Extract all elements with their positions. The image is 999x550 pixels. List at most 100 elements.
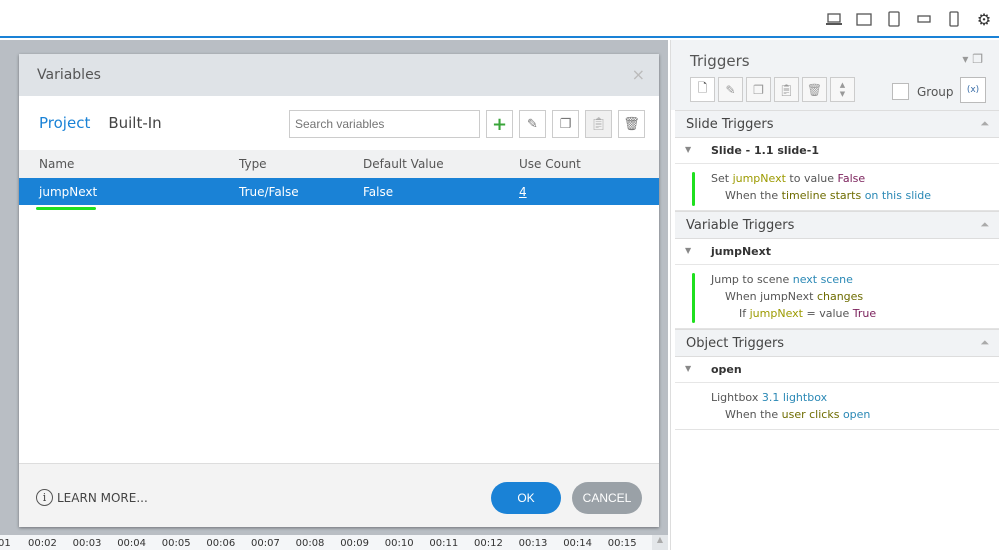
new-page-icon: 🗋︎: [697, 81, 708, 95]
monitor-icon[interactable]: [855, 11, 873, 27]
text: = value: [802, 307, 853, 320]
text: Set: [711, 172, 733, 185]
triggers-panel: Triggers ▾ ❐ 🗋︎ ✎ ❐ 📋︎ 🗑︎ ▲ ▼ Group (x) S…: [670, 40, 999, 550]
object-triggers-header[interactable]: Object Triggers ⏶: [675, 329, 999, 357]
slide-group[interactable]: ▼ Slide - 1.1 slide-1: [675, 138, 999, 164]
variable-group[interactable]: ▼ jumpNext: [675, 239, 999, 265]
value-ref[interactable]: True: [853, 307, 876, 320]
collapse-icon[interactable]: ⏶: [980, 117, 989, 131]
chevron-down-icon: ▼: [685, 246, 692, 255]
trigger-item[interactable]: Lightbox 3.1 lightbox When the user clic…: [675, 383, 999, 430]
event-ref[interactable]: changes: [817, 290, 863, 303]
panel-menu-icon[interactable]: ▾ ❐: [962, 52, 983, 66]
plus-icon: +: [491, 113, 508, 135]
event-ref[interactable]: user clicks: [782, 408, 840, 421]
timeline-tick: 00:02: [28, 538, 57, 549]
trash-icon: 🗑︎: [623, 116, 640, 132]
timeline-tick: 00:09: [340, 538, 370, 549]
text: When the: [725, 408, 782, 421]
variable-name: jumpNext: [39, 184, 98, 199]
collapse-icon[interactable]: ⏶: [980, 218, 989, 232]
section-title: Variable Triggers: [686, 218, 795, 233]
column-name[interactable]: Name: [39, 157, 74, 171]
collapse-icon[interactable]: ⏶: [980, 336, 989, 350]
column-use-count[interactable]: Use Count: [519, 157, 581, 171]
highlight-bar: [692, 273, 695, 323]
ok-button[interactable]: OK: [491, 482, 561, 514]
trash-icon: 🗑︎: [806, 82, 823, 97]
phone-icon[interactable]: [945, 11, 963, 27]
learn-more-link[interactable]: i LEARN MORE...: [36, 489, 148, 506]
copy-icon: ❐: [753, 82, 764, 97]
text: When the: [725, 189, 782, 202]
add-variable-button[interactable]: +: [486, 110, 513, 138]
edit-trigger-button[interactable]: ✎: [718, 77, 743, 102]
gear-icon[interactable]: ⚙: [975, 10, 993, 29]
group-checkbox[interactable]: [892, 83, 909, 100]
section-title: Object Triggers: [686, 336, 785, 351]
delete-trigger-button[interactable]: 🗑︎: [802, 77, 827, 102]
tablet-portrait-icon[interactable]: [885, 11, 903, 27]
paste-button[interactable]: 📋︎: [585, 110, 612, 138]
tab-built-in[interactable]: Built-In: [108, 114, 161, 132]
object-group[interactable]: ▼ open: [675, 357, 999, 383]
text: If: [739, 307, 750, 320]
edit-icon: ✎: [725, 82, 736, 97]
timeline-tick: 00:13: [518, 538, 548, 549]
timeline-ruler[interactable]: ▲ 01 00:02 00:03 00:04 00:05 00:06 00:07 00:08 0…: [0, 535, 668, 550]
variable-ref[interactable]: jumpNext: [733, 172, 786, 185]
variables-dialog: Variables × Project Built-In + ✎ ❐ 📋︎ 🗑︎…: [19, 54, 659, 527]
column-default-value[interactable]: Default Value: [363, 157, 444, 171]
move-trigger-button[interactable]: ▲ ▼: [830, 77, 855, 102]
search-input[interactable]: [289, 110, 480, 138]
arrow-down-icon: ▼: [839, 89, 846, 98]
text: When jumpNext: [725, 290, 817, 303]
timeline-tick: 00:03: [72, 538, 102, 549]
dialog-header: Variables ×: [19, 54, 659, 96]
text: to value: [785, 172, 838, 185]
table-header: Name Type Default Value Use Count: [19, 150, 659, 178]
object-ref[interactable]: open: [839, 408, 870, 421]
use-count-link[interactable]: 4: [519, 185, 527, 199]
variables-button[interactable]: (x): [960, 77, 986, 103]
tablet-landscape-icon[interactable]: [915, 11, 933, 27]
variable-ref[interactable]: jumpNext: [750, 307, 803, 320]
copy-button[interactable]: ❐: [552, 110, 579, 138]
variable-icon: (x): [966, 85, 980, 95]
group-title: open: [711, 363, 742, 376]
top-toolbar: ⚙: [0, 0, 999, 38]
timeline-tick: 01: [0, 538, 11, 549]
variable-default: False: [363, 184, 394, 199]
panel-title: Triggers: [690, 52, 750, 70]
tab-project[interactable]: Project: [39, 114, 90, 132]
edit-variable-button[interactable]: ✎: [519, 110, 546, 138]
paste-icon: 📋︎: [590, 116, 607, 132]
object-ref[interactable]: on this slide: [861, 189, 931, 202]
laptop-icon[interactable]: [825, 11, 843, 27]
text: Lightbox: [711, 391, 762, 404]
timeline-tick: 00:07: [251, 538, 280, 549]
info-icon: i: [36, 489, 53, 506]
lightbox-ref[interactable]: 3.1 lightbox: [762, 391, 827, 404]
scene-ref[interactable]: next scene: [793, 273, 853, 286]
value-ref[interactable]: False: [838, 172, 866, 185]
copy-icon: ❐: [559, 116, 572, 132]
table-row[interactable]: jumpNext True/False False 4: [19, 178, 659, 205]
close-icon[interactable]: ×: [632, 65, 645, 84]
slide-triggers-header[interactable]: Slide Triggers ⏶: [675, 110, 999, 138]
new-trigger-button[interactable]: 🗋︎: [690, 77, 715, 102]
trigger-item[interactable]: Set jumpNext to value False When the tim…: [675, 164, 999, 211]
arrow-up-icon: ▲: [839, 80, 846, 89]
scroll-up-icon[interactable]: ▲: [652, 535, 668, 550]
cancel-button[interactable]: CANCEL: [572, 482, 642, 514]
copy-trigger-button[interactable]: ❐: [746, 77, 771, 102]
trigger-item[interactable]: Jump to scene next scene When jumpNext c…: [675, 265, 999, 329]
delete-button[interactable]: 🗑︎: [618, 110, 645, 138]
event-ref[interactable]: timeline starts: [782, 189, 862, 202]
timeline-tick: 00:11: [429, 538, 459, 549]
timeline-tick: 00:14: [563, 538, 593, 549]
paste-trigger-button[interactable]: 📋︎: [774, 77, 799, 102]
variable-triggers-header[interactable]: Variable Triggers ⏶: [675, 211, 999, 239]
timeline-tick: 00:05: [161, 538, 191, 549]
column-type[interactable]: Type: [239, 157, 267, 171]
